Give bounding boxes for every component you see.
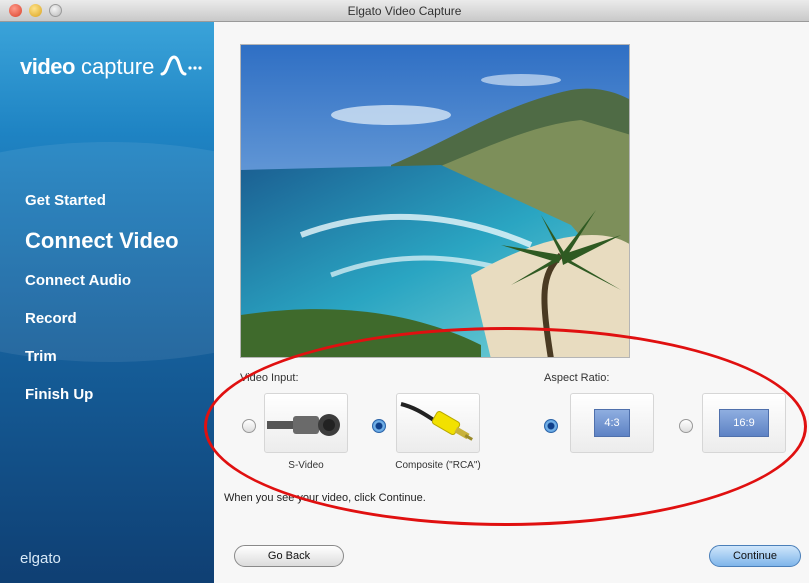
instruction-text: When you see your video, click Continue. <box>224 492 426 504</box>
sidebar: video capture Get Started Connect Video … <box>0 22 214 583</box>
nav-finish-up[interactable]: Finish Up <box>25 376 179 414</box>
composite-radio[interactable] <box>372 419 386 433</box>
aspect-ratio-label: Aspect Ratio: <box>544 372 610 384</box>
aspect-16-9-label: 16:9 <box>719 409 769 437</box>
nav-record[interactable]: Record <box>25 300 179 338</box>
s-video-radio[interactable] <box>242 419 256 433</box>
aspect-16-9-radio[interactable] <box>679 419 693 433</box>
main-panel: Video Input: Aspect Ratio: S-Video Compo… <box>214 22 809 583</box>
nav-get-started[interactable]: Get Started <box>25 182 179 220</box>
nav-connect-video[interactable]: Connect Video <box>25 220 179 262</box>
app-logo: video capture <box>20 54 202 80</box>
wave-logo-icon <box>160 55 202 76</box>
s-video-cable-icon <box>267 414 340 436</box>
nav-trim[interactable]: Trim <box>25 338 179 376</box>
elgato-logo: elgato <box>20 550 61 567</box>
window-title: Elgato Video Capture <box>347 4 462 18</box>
continue-button[interactable]: Continue <box>709 545 801 567</box>
s-video-caption: S-Video <box>288 460 324 471</box>
video-preview <box>240 44 630 358</box>
aspect-16-9-option[interactable]: 16:9 <box>702 393 786 453</box>
composite-caption: Composite ("RCA") <box>395 460 481 471</box>
rca-cable-icon <box>400 402 473 441</box>
aspect-4-3-label: 4:3 <box>594 409 630 437</box>
logo-word-capture: capture <box>80 54 155 79</box>
composite-option[interactable] <box>396 393 480 453</box>
aspect-4-3-option[interactable]: 4:3 <box>570 393 654 453</box>
logo-word-video: video <box>20 54 75 79</box>
beach-scene-image <box>241 45 629 357</box>
s-video-option[interactable] <box>264 393 348 453</box>
nav-connect-audio[interactable]: Connect Audio <box>25 262 179 300</box>
step-navigation: Get Started Connect Video Connect Audio … <box>25 182 179 414</box>
go-back-button[interactable]: Go Back <box>234 545 344 567</box>
video-input-label: Video Input: <box>240 372 299 384</box>
title-bar: Elgato Video Capture <box>0 0 809 22</box>
aspect-4-3-radio[interactable] <box>544 419 558 433</box>
